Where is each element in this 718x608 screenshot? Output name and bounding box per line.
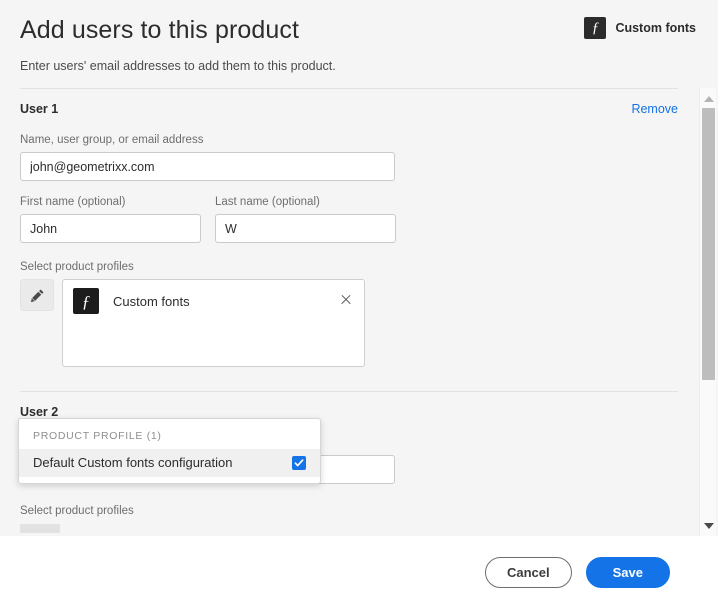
popover-option-label: Default Custom fonts configuration bbox=[33, 455, 233, 470]
user-1-name-row: First name (optional) Last name (optiona… bbox=[20, 181, 678, 243]
scroll-content: User 1 Remove Name, user group, or email… bbox=[0, 88, 698, 536]
user-1-first-name-label: First name (optional) bbox=[20, 196, 126, 208]
user-2-header: User 2 bbox=[20, 392, 678, 419]
add-users-dialog: Add users to this product Enter users' e… bbox=[0, 0, 718, 608]
user-1-identity-input[interactable] bbox=[20, 152, 395, 181]
edit-profiles-button[interactable] bbox=[20, 279, 54, 311]
user-1-profiles-label: Select product profiles bbox=[20, 261, 134, 273]
triangle-down-icon bbox=[703, 522, 714, 529]
dialog-body: User 1 Remove Name, user group, or email… bbox=[0, 88, 718, 536]
user-1-first-name-input[interactable] bbox=[20, 214, 201, 243]
user-1-last-name-input[interactable] bbox=[215, 214, 396, 243]
product-badge: ƒ Custom fonts bbox=[584, 17, 696, 39]
user-1-title: User 1 bbox=[20, 102, 59, 116]
close-icon[interactable] bbox=[340, 294, 352, 306]
popover-option-checkbox[interactable] bbox=[292, 455, 306, 470]
user-1-header: User 1 Remove bbox=[20, 89, 678, 116]
scroll-up-button[interactable] bbox=[700, 90, 717, 107]
popover-heading: PRODUCT PROFILE (1) bbox=[33, 430, 162, 442]
pencil-icon bbox=[30, 289, 43, 302]
check-icon bbox=[294, 458, 304, 466]
user-2-profiles-placeholder bbox=[20, 524, 60, 533]
popover-option-default-config[interactable]: Default Custom fonts configuration bbox=[19, 449, 320, 477]
profile-chip-custom-fonts: ƒ Custom fonts bbox=[63, 280, 364, 314]
user-1-profiles-box[interactable]: ƒ Custom fonts bbox=[62, 279, 365, 367]
dialog-header: Add users to this product Enter users' e… bbox=[0, 0, 718, 74]
triangle-up-icon bbox=[703, 95, 714, 102]
user-1-first-name-group: First name (optional) bbox=[20, 181, 201, 243]
dialog-footer: Cancel Save bbox=[0, 536, 718, 608]
user-1-profiles-row: ƒ Custom fonts bbox=[20, 279, 678, 367]
custom-fonts-f-icon: ƒ bbox=[584, 17, 607, 39]
user-1-last-name-label: Last name (optional) bbox=[215, 196, 320, 208]
user-2-profiles-label: Select product profiles bbox=[20, 505, 134, 517]
remove-user-1-link[interactable]: Remove bbox=[631, 102, 678, 116]
scroll-thumb[interactable] bbox=[702, 108, 715, 380]
custom-fonts-f-icon: ƒ bbox=[73, 288, 99, 314]
page-subtitle: Enter users' email addresses to add them… bbox=[20, 59, 336, 73]
product-badge-label: Custom fonts bbox=[615, 21, 696, 35]
user-1-identity-label: Name, user group, or email address bbox=[20, 134, 204, 146]
profile-chip-label: Custom fonts bbox=[113, 293, 190, 309]
product-profile-popover: PRODUCT PROFILE (1) Default Custom fonts… bbox=[18, 418, 321, 484]
cancel-button[interactable]: Cancel bbox=[484, 556, 572, 588]
user-2-title: User 2 bbox=[20, 405, 59, 419]
save-button[interactable]: Save bbox=[585, 556, 670, 588]
user-block-1: User 1 Remove Name, user group, or email… bbox=[0, 89, 698, 367]
scroll-down-button[interactable] bbox=[700, 517, 717, 534]
user-1-last-name-group: Last name (optional) bbox=[215, 181, 396, 243]
vertical-scrollbar[interactable] bbox=[699, 88, 716, 536]
